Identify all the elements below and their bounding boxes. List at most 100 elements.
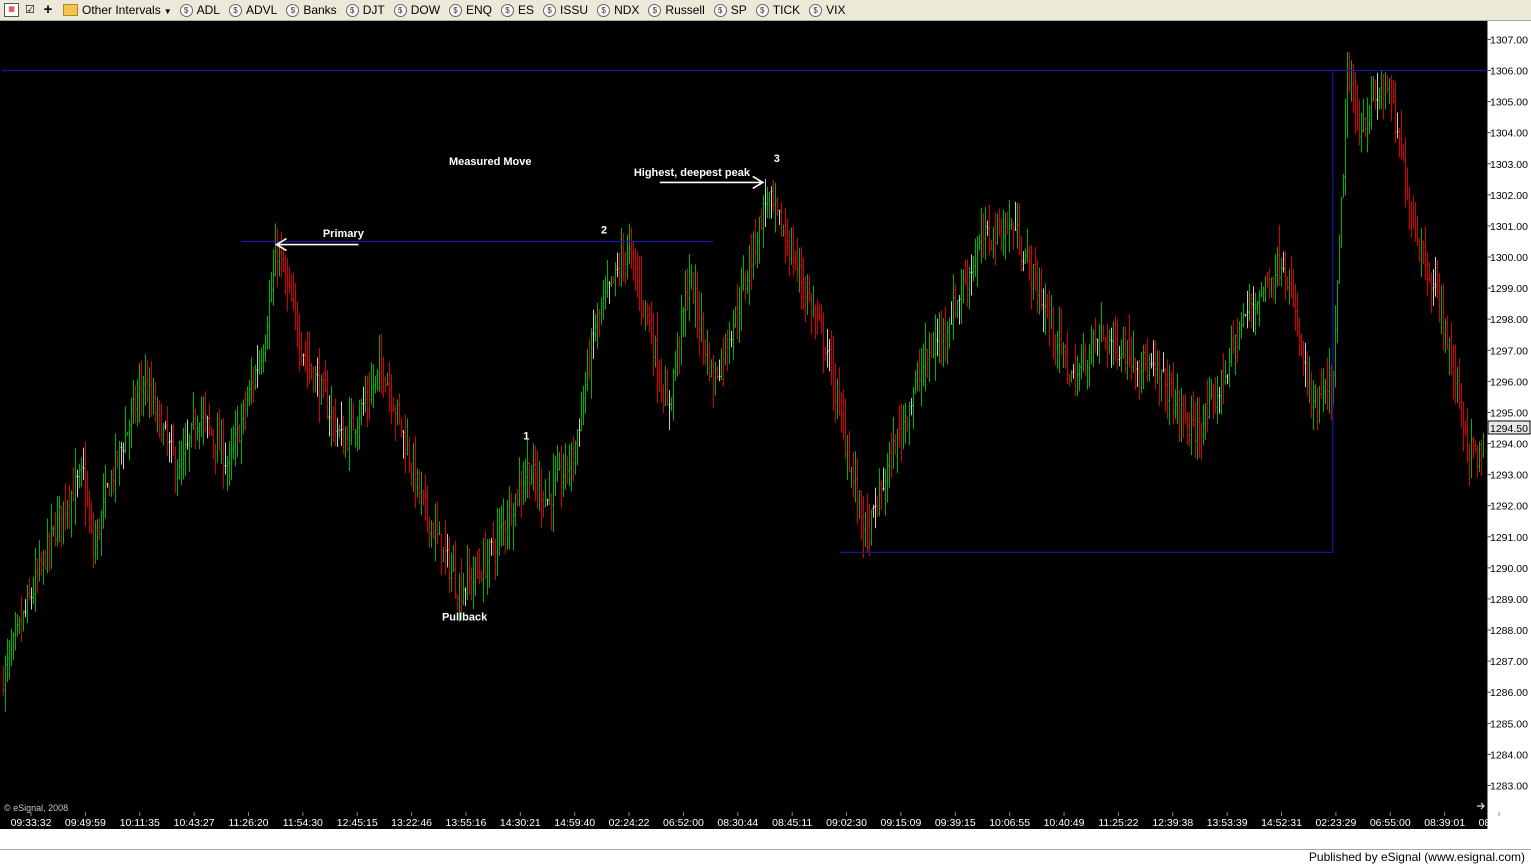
annotation-label: 1 <box>523 430 529 442</box>
x-tick-label: 08:58:21 <box>1479 817 1520 829</box>
symbol-button-ndx[interactable]: $ NDX <box>597 3 639 17</box>
dollar-icon: $ <box>449 3 463 17</box>
x-tick-label: 10:43:27 <box>174 817 215 829</box>
symbol-label: VIX <box>826 3 846 17</box>
dollar-icon: $ <box>345 3 359 17</box>
y-tick-label: 1300.00 <box>1490 252 1528 264</box>
x-tick-label: 12:45:15 <box>337 817 378 829</box>
y-tick-label: 1305.00 <box>1490 97 1528 109</box>
annotation-label: Primary <box>323 228 365 240</box>
x-tick-label: 11:25:22 <box>1098 817 1138 829</box>
symbol-label: ES <box>518 3 535 17</box>
dollar-icon: $ <box>809 3 823 17</box>
y-tick-label: 1284.00 <box>1490 749 1528 761</box>
symbol-button-enq[interactable]: $ ENQ <box>449 3 492 17</box>
x-tick-label: 13:22:46 <box>391 817 432 829</box>
annotation-label: Measured Move <box>449 156 532 168</box>
x-tick-label: 09:33:32 <box>11 817 52 829</box>
y-tick-label: 1297.00 <box>1490 345 1528 357</box>
dollar-icon: $ <box>597 3 611 17</box>
x-tick-label: 02:23:29 <box>1315 817 1356 829</box>
y-tick-label: 1286.00 <box>1490 687 1528 699</box>
dollar-icon: $ <box>543 3 557 17</box>
dollar-icon: $ <box>755 3 769 17</box>
symbol-button-banks[interactable]: $ Banks <box>286 3 337 17</box>
other-intervals-dropdown[interactable]: Other Intervals ▼ <box>82 3 172 17</box>
symbol-button-sp[interactable]: $ SP <box>713 3 747 17</box>
x-tick-label: 02:24:22 <box>609 817 650 829</box>
footer-credit: Published by eSignal (www.esignal.com) <box>1308 850 1525 864</box>
dollar-icon: $ <box>228 3 242 17</box>
symbol-label: Banks <box>303 3 337 17</box>
symbol-button-es[interactable]: $ ES <box>501 3 534 17</box>
x-tick-label: 11:26:20 <box>228 817 268 829</box>
symbol-button-tick[interactable]: $ TICK <box>755 3 801 17</box>
x-tick-label: 08:45:11 <box>772 817 812 829</box>
scroll-end-icon[interactable] <box>1474 800 1486 811</box>
x-tick-label: 09:49:59 <box>65 817 106 829</box>
y-tick-label: 1299.00 <box>1490 283 1528 295</box>
x-tick-label: 09:39:15 <box>935 817 976 829</box>
y-tick-label: 1304.00 <box>1490 128 1528 140</box>
esignal-watermark: © eSignal, 2008 <box>4 803 68 813</box>
symbol-label: TICK <box>772 3 801 17</box>
y-tick-label: 1307.00 <box>1490 34 1528 46</box>
x-tick-label: 11:54:30 <box>283 817 323 829</box>
add-symbol-icon[interactable]: + <box>41 2 55 17</box>
symbol-label: ISSU <box>560 3 589 17</box>
dollar-icon: $ <box>713 3 727 17</box>
symbol-label: Russell <box>665 3 705 17</box>
annotation-label: 2 <box>601 225 607 237</box>
folder-icon[interactable] <box>63 4 78 16</box>
x-tick-label: 09:15:09 <box>880 817 921 829</box>
symbol-button-adl[interactable]: $ ADL <box>179 3 220 17</box>
y-tick-label: 1298.00 <box>1490 314 1528 326</box>
x-tick-label: 13:55:16 <box>446 817 487 829</box>
y-tick-label: 1303.00 <box>1490 159 1528 171</box>
symbol-button-advl[interactable]: $ ADVL <box>228 3 278 17</box>
dollar-icon: $ <box>501 3 515 17</box>
x-tick-label: 10:06:55 <box>989 817 1030 829</box>
x-tick-label: 06:55:00 <box>1370 817 1411 829</box>
symbol-label: ADVL <box>245 3 278 17</box>
y-tick-label: 1306.00 <box>1490 66 1528 78</box>
y-tick-label: 1293.00 <box>1490 470 1528 482</box>
price-chart: Measured Move Highest, deepest peak 3 Prima… <box>0 21 1531 829</box>
symbol-button-russell[interactable]: $ Russell <box>648 3 705 17</box>
y-tick-label: 1290.00 <box>1490 563 1528 575</box>
symbol-button-djt[interactable]: $ DJT <box>345 3 385 17</box>
dollar-icon: $ <box>393 3 407 17</box>
x-tick-label: 14:59:40 <box>554 817 595 829</box>
y-tick-label: 1296.00 <box>1490 376 1528 388</box>
symbol-label: DOW <box>410 3 441 17</box>
x-tick-label: 13:53:39 <box>1207 817 1248 829</box>
y-tick-label: 1302.00 <box>1490 190 1528 202</box>
annotation-label: Highest, deepest peak <box>634 167 751 179</box>
symbol-label: SP <box>730 3 747 17</box>
x-tick-label: 09:02:30 <box>826 817 867 829</box>
symbol-button-dow[interactable]: $ DOW <box>393 3 441 17</box>
y-tick-label: 1289.00 <box>1490 594 1528 606</box>
dollar-icon: $ <box>648 3 662 17</box>
y-tick-label: 1301.00 <box>1490 221 1528 233</box>
dollar-icon: $ <box>179 3 193 17</box>
symbol-label: ADL <box>196 3 220 17</box>
y-tick-label: 1291.00 <box>1490 532 1528 544</box>
x-tick-label: 10:11:35 <box>120 817 160 829</box>
dropdown-chart-icon[interactable]: ☑ <box>23 3 37 17</box>
y-tick-label: 1295.00 <box>1490 407 1528 419</box>
x-tick-label: 12:39:38 <box>1152 817 1193 829</box>
annotation-label: Pullback <box>442 612 488 624</box>
y-tick-label: 1287.00 <box>1490 656 1528 668</box>
last-price-label: 1294.50 <box>1490 423 1528 435</box>
dollar-icon: $ <box>286 3 300 17</box>
symbol-label: DJT <box>362 3 385 17</box>
x-tick-label: 08:39:01 <box>1424 817 1465 829</box>
symbol-button-issu[interactable]: $ ISSU <box>543 3 588 17</box>
x-tick-label: 14:30:21 <box>500 817 541 829</box>
y-tick-label: 1285.00 <box>1490 718 1528 730</box>
y-tick-label: 1288.00 <box>1490 625 1528 637</box>
y-tick-label: 1292.00 <box>1490 501 1528 513</box>
chart-menu-icon[interactable]: ▦ <box>4 3 19 17</box>
symbol-button-vix[interactable]: $ VIX <box>809 3 845 17</box>
